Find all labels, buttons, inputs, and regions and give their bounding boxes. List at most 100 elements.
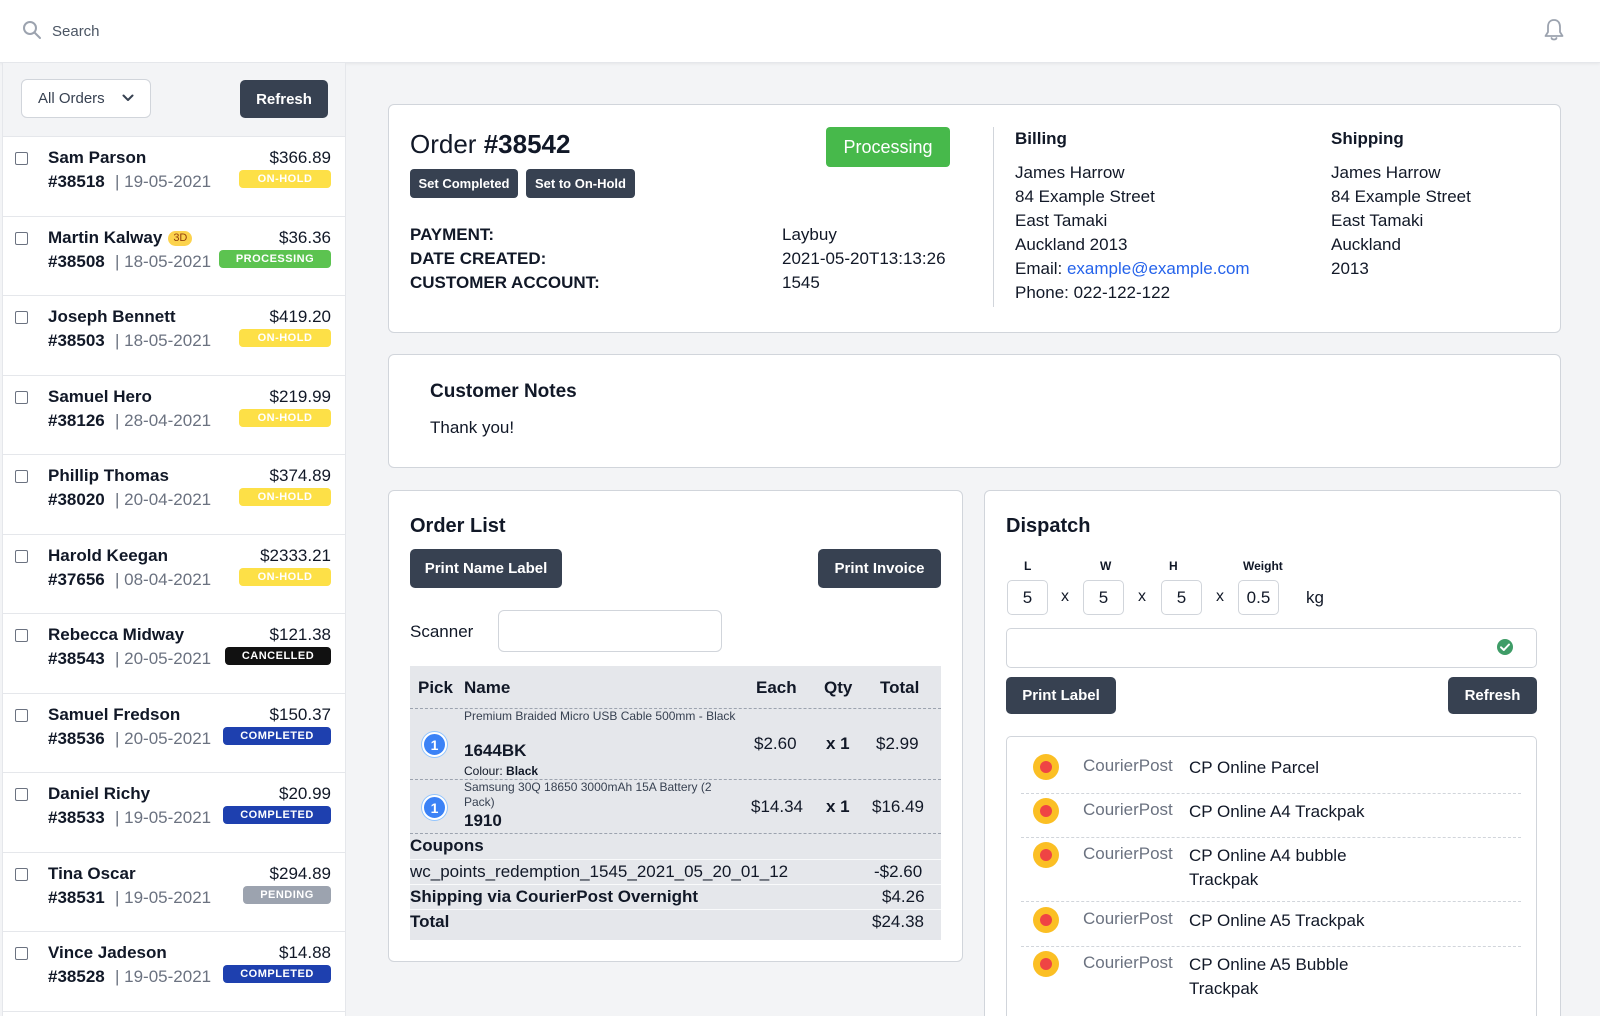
customer-notes-text: Thank you!: [430, 418, 515, 437]
column-header-each: Each: [756, 678, 797, 697]
width-label: W: [1100, 559, 1112, 573]
tracking-input[interactable]: [1006, 628, 1537, 668]
order-list-item[interactable]: Samuel Fredson #38536 | 20-05-2021 $150.37 C…: [3, 693, 345, 773]
shipping-service-item[interactable]: CourierPost CP Online A5 Trackpak: [1021, 907, 1521, 947]
shipping-service-item[interactable]: CourierPost CP Online A4 bubble Trackpak: [1021, 842, 1521, 902]
dispatch-refresh-button[interactable]: Refresh: [1448, 677, 1537, 714]
date-created-label: DATE CREATED:: [410, 249, 547, 268]
order-date: | 19-05-2021: [115, 172, 212, 191]
order-date: | 18-05-2021: [115, 331, 212, 350]
order-date: | 08-04-2021: [115, 569, 212, 589]
order-number: #38536: [48, 728, 105, 748]
order-price: $374.89: [269, 466, 331, 485]
product-name: Samsung 30Q 18650 3000mAh 15A Battery (2…: [464, 780, 712, 809]
pick-count-badge[interactable]: 1: [422, 795, 447, 820]
courierpost-logo-icon: [1033, 798, 1059, 824]
item-qty: x 1: [826, 734, 850, 753]
length-input[interactable]: 5: [1007, 580, 1048, 615]
customer-name: Martin Kalway 3D: [48, 228, 193, 248]
order-number: #38508: [48, 251, 105, 271]
print-invoice-button[interactable]: Print Invoice: [818, 549, 941, 588]
customer-name: Vince Jadeson: [48, 943, 167, 962]
order-price: $121.38: [269, 625, 331, 644]
search-input[interactable]: [52, 18, 652, 44]
order-checkbox[interactable]: [15, 311, 28, 324]
customer-account-label: CUSTOMER ACCOUNT:: [410, 273, 600, 292]
customer-notes-heading: Customer Notes: [430, 381, 577, 402]
order-status-button[interactable]: Processing: [826, 127, 950, 167]
times-sign: x: [1061, 588, 1069, 605]
dispatch-heading: Dispatch: [1006, 515, 1091, 537]
item-total: $16.49: [872, 797, 924, 816]
shipping-service-item[interactable]: CourierPost CP Online Parcel: [1021, 754, 1521, 794]
order-title: Order #38542: [410, 129, 571, 159]
order-checkbox[interactable]: [15, 629, 28, 642]
print-label-button[interactable]: Print Label: [1006, 677, 1116, 714]
order-status-badge: PENDING: [243, 885, 331, 904]
order-list-item[interactable]: Phillip Thomas #38020 | 20-04-2021 $374.89 O…: [3, 455, 345, 535]
weight-label: Weight: [1243, 559, 1283, 573]
coupons-label: Coupons: [410, 836, 484, 855]
order-price: $294.89: [269, 863, 331, 883]
service-name: CP Online A4 Trackpak: [1189, 802, 1365, 821]
item-each-price: $14.34: [751, 797, 803, 816]
order-filter-dropdown[interactable]: All Orders: [21, 79, 151, 118]
order-date: | 20-04-2021: [115, 490, 212, 509]
order-price: $419.20: [269, 307, 331, 326]
payment-value: Laybuy: [782, 225, 837, 244]
shipping-service-item[interactable]: CourierPost CP Online A5 Bubble Trackpak: [1021, 951, 1521, 1011]
column-header-total: Total: [880, 678, 920, 697]
pick-count-badge[interactable]: 1: [422, 732, 447, 757]
order-checkbox[interactable]: [15, 231, 28, 245]
length-label: L: [1024, 559, 1032, 573]
shipping-line: 84 Example Street: [1331, 187, 1471, 206]
print-name-label-button[interactable]: Print Name Label: [410, 549, 562, 588]
set-completed-button[interactable]: Set Completed: [410, 169, 518, 198]
order-items-table: Pick Name Each Qty Total 1 Premium Braid…: [410, 666, 941, 940]
order-checkbox[interactable]: [15, 470, 28, 483]
email-link[interactable]: example@example.com: [1067, 259, 1250, 278]
height-input[interactable]: 5: [1161, 580, 1202, 615]
column-header-name: Name: [464, 678, 511, 697]
order-number: #38020: [48, 490, 105, 509]
customer-name: Joseph Bennett: [48, 307, 176, 326]
order-number: #38542: [483, 129, 571, 159]
order-list-item[interactable]: Martin Kalway 3D #38508 | 18-05-2021 $36.36 P…: [3, 216, 345, 296]
order-list-item[interactable]: Harold Keegan #37656 | 08-04-2021 $2333.21 O…: [3, 534, 345, 614]
item-total: $2.99: [876, 734, 919, 753]
order-status-badge: CANCELLED: [225, 647, 331, 665]
order-checkbox[interactable]: [15, 152, 28, 165]
order-checkbox[interactable]: [15, 947, 28, 960]
chevron-down-icon: [122, 94, 134, 101]
sidebar-refresh-button[interactable]: Refresh: [240, 80, 328, 118]
order-checkbox[interactable]: [15, 390, 28, 404]
order-list-item[interactable]: Tina Oscar #38531 | 19-05-2021 $294.89 PENDI…: [3, 852, 345, 932]
order-list-item[interactable]: Rebecca Midway #38543 | 20-05-2021 $121.38 C…: [3, 614, 345, 694]
order-list-item[interactable]: Sam Parson #38518 | 19-05-2021 $366.89 ON-HO…: [3, 137, 345, 217]
weight-input[interactable]: 0.5: [1238, 580, 1279, 615]
width-input[interactable]: 5: [1083, 580, 1124, 615]
scanner-input[interactable]: [498, 610, 722, 652]
order-checkbox[interactable]: [15, 788, 28, 801]
billing-line: Auckland 2013: [1015, 235, 1128, 254]
order-list-item[interactable]: Daniel Richy #38533 | 19-05-2021 $20.99 COMP…: [3, 773, 345, 853]
order-number: #38528: [48, 967, 105, 986]
shipping-service-item[interactable]: CourierPost CP Online A4 Trackpak: [1021, 798, 1521, 838]
product-sku: 1910: [464, 811, 502, 830]
order-checkbox[interactable]: [15, 549, 28, 563]
order-price: $366.89: [269, 148, 331, 167]
order-list-item[interactable]: Joseph Bennett #38503 | 18-05-2021 $419.20 O…: [3, 296, 345, 376]
customer-name: Rebecca Midway: [48, 625, 185, 644]
service-carrier: CourierPost: [1083, 756, 1173, 775]
order-list-item[interactable]: Vince Jadeson #38528 | 19-05-2021 $14.88 COM…: [3, 932, 345, 1012]
order-checkbox[interactable]: [15, 867, 28, 881]
set-on-hold-button[interactable]: Set to On-Hold: [526, 169, 635, 198]
scanner-label: Scanner: [410, 622, 474, 641]
bell-icon[interactable]: [1542, 17, 1566, 43]
item-each-price: $2.60: [754, 734, 797, 753]
order-list: Sam Parson #38518 | 19-05-2021 $366.89 ON-HO…: [3, 137, 345, 1012]
order-checkbox[interactable]: [15, 708, 28, 722]
order-number: #38518: [48, 172, 105, 191]
courierpost-logo-icon: [1033, 842, 1059, 868]
order-list-item[interactable]: Samuel Hero #38126 | 28-04-2021 $219.99 ON-H…: [3, 375, 345, 455]
